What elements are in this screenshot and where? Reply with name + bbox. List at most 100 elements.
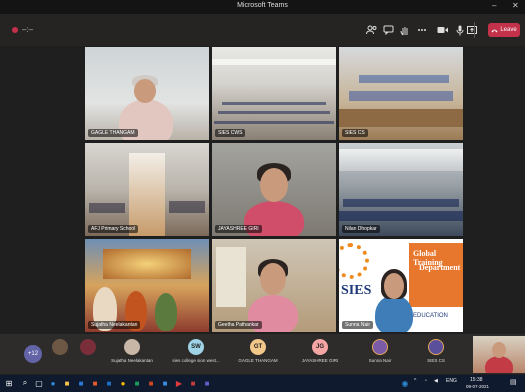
powerpoint-icon[interactable]: ■ [146, 378, 156, 388]
task-view-icon[interactable]: ▢ [34, 378, 44, 388]
participant-name: Sunna Nair [368, 358, 392, 363]
close-button[interactable]: ✕ [512, 1, 519, 10]
student-row [89, 203, 125, 213]
network-tray-icon[interactable]: ◉ [400, 378, 410, 388]
participant-thumbnail[interactable] [80, 339, 96, 367]
chat-icon[interactable] [382, 24, 394, 36]
avatar: JG [312, 339, 328, 355]
idol-backdrop [103, 249, 191, 279]
video-tile[interactable]: JAYASHREE GIRI [212, 143, 336, 236]
chrome-icon[interactable]: ● [118, 378, 128, 388]
phone-hangup-icon [491, 29, 498, 32]
edge-icon[interactable]: ● [48, 378, 58, 388]
video-tile[interactable]: Sujatha Neelakantan [85, 239, 209, 332]
sies-logo-sun [339, 243, 369, 279]
camera-icon[interactable] [437, 24, 449, 36]
notifications-icon[interactable]: ▤ [510, 378, 517, 386]
mail-icon[interactable]: ■ [160, 378, 170, 388]
avatar [80, 339, 96, 355]
teams-icon[interactable]: ■ [202, 378, 212, 388]
video-tile[interactable]: AFJ Primary School [85, 143, 209, 236]
word-icon[interactable]: ■ [104, 378, 114, 388]
participant-figure [155, 293, 177, 331]
wifi-tray-icon[interactable]: ◔ [424, 378, 427, 384]
student-row [343, 199, 459, 207]
participant-name: sies college sion west... [172, 358, 220, 363]
student-row [218, 111, 330, 114]
clock-time[interactable]: 15:38 [470, 377, 483, 383]
tile-label: Sunna Nair [342, 321, 374, 329]
video-tile[interactable]: SIES CWS [212, 47, 336, 140]
participant-head [260, 168, 288, 202]
mic-icon[interactable] [454, 24, 466, 36]
store-icon[interactable]: ■ [76, 378, 86, 388]
tray-chevron-icon[interactable]: ^ [414, 378, 416, 384]
video-tile[interactable]: Nilan Dhopkar [339, 143, 463, 236]
meeting-toolbar: –:– Leave [0, 14, 525, 46]
recording-indicator-icon [12, 27, 18, 33]
desks [339, 109, 463, 127]
raise-hand-icon[interactable] [399, 24, 411, 36]
participant-thumbnail[interactable]: JG JAYASHREE GIRI [290, 339, 350, 367]
participant-thumbnail[interactable]: GT GAGLE THANGAM [228, 339, 288, 367]
participant-head [492, 342, 506, 358]
student-row [214, 121, 334, 124]
avatar [52, 339, 68, 355]
avatar [372, 339, 388, 355]
participant-head [384, 273, 404, 299]
participant-thumbnail[interactable]: Sujatha Neelakantan [102, 339, 162, 367]
window-title-bar: Microsoft Teams – ✕ [0, 0, 525, 14]
banner-line-3: EDUCATION [413, 313, 448, 319]
search-icon[interactable]: ⌕ [20, 378, 30, 388]
participant-thumbnail[interactable]: SW sies college sion west... [166, 339, 226, 367]
excel-icon[interactable]: ■ [132, 378, 142, 388]
tile-label: AFJ Primary School [88, 225, 139, 233]
participant-name: JAYASHREE GIRI [301, 358, 339, 363]
participant-name: Sujatha Neelakantan [111, 358, 153, 363]
self-view-video[interactable] [473, 336, 525, 373]
toolbar-divider [474, 22, 475, 38]
office-icon[interactable]: ■ [90, 378, 100, 388]
avatar [428, 339, 444, 355]
window-frame [216, 247, 246, 307]
tile-label: GAGLE THANGAM [88, 129, 138, 137]
avatar: SW [188, 339, 204, 355]
participant-thumbnail[interactable]: Sunna Nair [358, 339, 402, 367]
window-title: Microsoft Teams [237, 2, 288, 9]
file-explorer-icon[interactable]: ■ [62, 378, 72, 388]
participant-head [260, 263, 286, 295]
video-tile[interactable]: GAGLE THANGAM [85, 47, 209, 140]
student-row [339, 211, 463, 221]
volume-tray-icon[interactable]: ◀ [434, 378, 438, 384]
input-language[interactable]: ENG [446, 378, 457, 384]
participant-thumbnail[interactable] [52, 339, 68, 367]
video-tile[interactable]: Geetha Pathankar [212, 239, 336, 332]
sies-logo-text: SIES [341, 283, 372, 298]
clock-date[interactable]: 09-07-2021 [466, 384, 489, 389]
avatar [124, 339, 140, 355]
tile-label: SIES CS [342, 129, 368, 137]
participant-figure [375, 295, 413, 332]
student-row [222, 102, 326, 105]
participant-thumbnail[interactable]: SIES CS [414, 339, 458, 367]
more-participants-button[interactable]: +12 [24, 345, 42, 363]
participants-icon[interactable] [365, 24, 377, 36]
leave-button[interactable]: Leave [488, 23, 520, 37]
tile-label: Geetha Pathankar [215, 321, 262, 329]
tile-label: SIES CWS [215, 129, 246, 137]
start-icon[interactable]: ⊞ [4, 378, 14, 388]
pdf-icon[interactable]: ■ [188, 378, 198, 388]
student-row [349, 91, 453, 101]
minimize-button[interactable]: – [492, 1, 496, 10]
media-icon[interactable]: ▶ [174, 378, 184, 388]
share-icon[interactable] [466, 24, 478, 36]
tile-label: Sujatha Neelakantan [88, 321, 141, 329]
participant-figure [485, 356, 513, 373]
video-tile[interactable]: SIES CS [339, 47, 463, 140]
video-tile[interactable]: SIES Global Training Department EDUCATIO… [339, 239, 463, 332]
ceiling-lights [212, 59, 336, 65]
participant-head [134, 79, 156, 103]
more-icon[interactable] [416, 24, 428, 36]
tile-label: JAYASHREE GIRI [215, 225, 262, 233]
student-row [169, 201, 205, 213]
